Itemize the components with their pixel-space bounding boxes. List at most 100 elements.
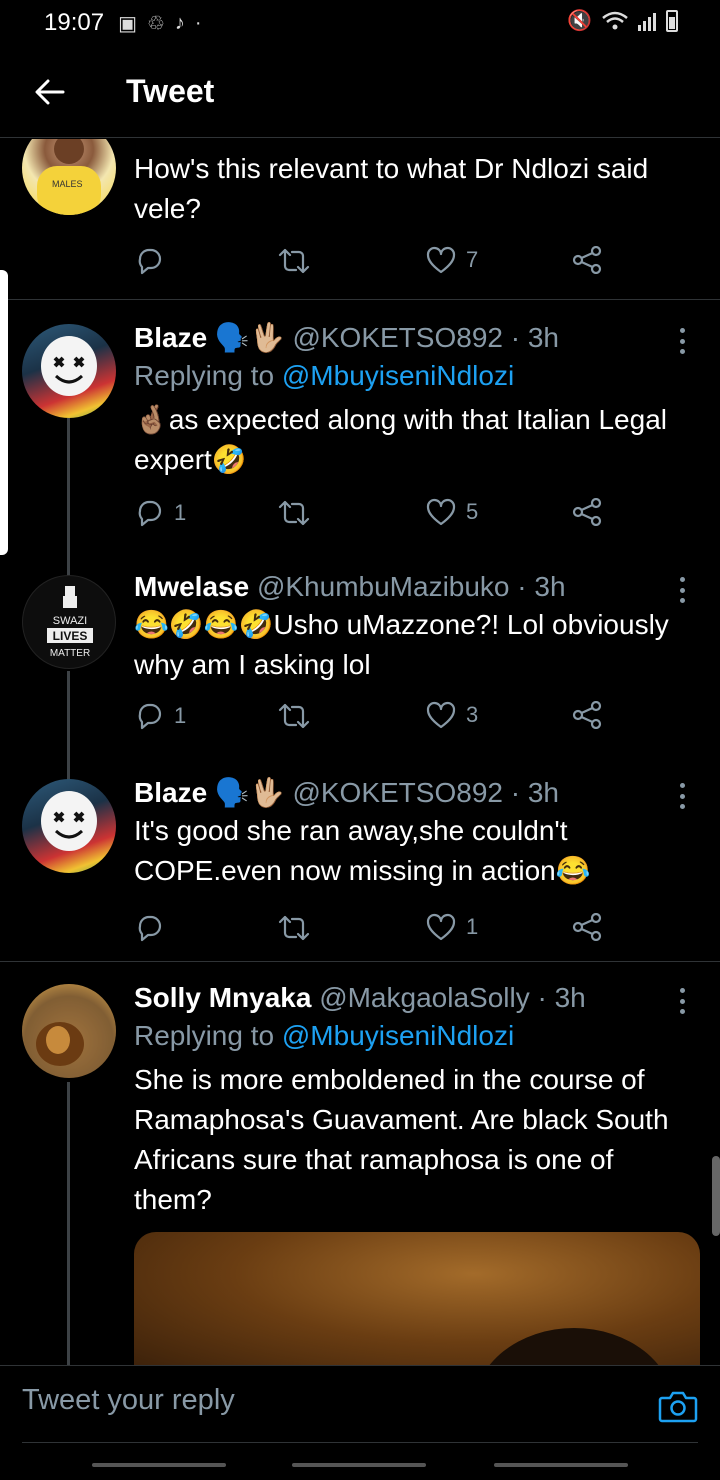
name-emojis: 🗣️🖖🏼: [207, 322, 293, 353]
tweet-actions: 1 3: [134, 701, 614, 741]
display-name[interactable]: Solly Mnyaka: [134, 982, 311, 1013]
more-button[interactable]: [672, 326, 692, 356]
gallery-icon: ▣: [118, 12, 137, 35]
reply-composer[interactable]: Tweet your reply: [0, 1365, 720, 1445]
tweet-text: 😂🤣😂🤣Usho uMazzone?! Lol obviously why am…: [134, 609, 669, 680]
status-time: 19:07: [44, 9, 105, 36]
reply-handle-link[interactable]: @MbuyiseniNdlozi: [282, 360, 514, 391]
reply-icon: [138, 915, 162, 942]
nav-recent[interactable]: [92, 1463, 226, 1467]
name-emojis: 🗣️🖖🏼: [207, 777, 293, 808]
tweet-actions: 1 5: [134, 498, 614, 538]
like-button[interactable]: 1: [426, 913, 478, 941]
svg-text:LIVES: LIVES: [53, 629, 88, 643]
share-button[interactable]: [572, 498, 602, 526]
tweet-actions: 7: [134, 246, 614, 286]
reply-button[interactable]: [134, 246, 174, 276]
tweet-text: It's good she ran away,she couldn't COPE…: [134, 815, 591, 886]
avatar[interactable]: [22, 779, 116, 873]
like-icon: [426, 246, 456, 274]
mute-icon: 🔇: [567, 10, 592, 32]
svg-text:MALES: MALES: [52, 179, 83, 189]
camera-button[interactable]: [658, 1388, 698, 1428]
nav-home[interactable]: [292, 1463, 426, 1467]
share-icon: [572, 701, 602, 729]
retweet-icon: [278, 703, 310, 729]
svg-text:SWAZI: SWAZI: [53, 615, 87, 627]
replying-to: Replying to @MbuyiseniNdlozi: [134, 1020, 515, 1051]
more-button[interactable]: [672, 781, 692, 811]
tweet-item[interactable]: Blaze 🗣️🖖🏼 @KOKETSO892 · 3h It's good sh…: [0, 769, 720, 961]
avatar[interactable]: [22, 984, 116, 1078]
like-count: 7: [466, 247, 479, 272]
like-button[interactable]: 3: [426, 701, 478, 729]
tweet-text: How's this relevant to what Dr Ndlozi sa…: [134, 153, 649, 224]
more-icon: [679, 328, 685, 333]
retweet-icon: [278, 500, 310, 526]
replying-to: Replying to @MbuyiseniNdlozi: [134, 360, 515, 391]
reply-icon: [138, 500, 162, 527]
tweet-header: Mwelase @KhumbuMazibuko · 3h: [134, 569, 696, 605]
share-icon: [572, 246, 602, 274]
handle-time: @KhumbuMazibuko · 3h: [256, 571, 566, 602]
reply-icon: [138, 248, 162, 275]
back-arrow-icon: [35, 79, 65, 104]
like-count: 1: [466, 914, 479, 939]
handle-time: @MakgaolaSolly · 3h: [319, 982, 586, 1013]
handle-time: @KOKETSO892 · 3h: [292, 322, 559, 353]
tweet-item[interactable]: MALES How's this relevant to what Dr Ndl…: [0, 139, 720, 299]
thread-line: [67, 671, 70, 775]
retweet-icon: [278, 248, 310, 274]
tweet-header: Solly Mnyaka @MakgaolaSolly · 3h: [134, 980, 696, 1016]
tiktok-icon: ♪: [174, 11, 185, 34]
status-bar: 19:07 ▣ ♲ ♪ · 🔇: [0, 0, 720, 46]
more-button[interactable]: [672, 575, 692, 605]
camera-icon: [658, 1391, 698, 1423]
share-button[interactable]: [572, 701, 602, 729]
tweet-item[interactable]: Blaze 🗣️🖖🏼 @KOKETSO892 · 3h Replying to …: [0, 300, 720, 568]
reply-count: 1: [174, 703, 187, 728]
display-name[interactable]: Blaze: [134, 777, 207, 808]
like-icon: [426, 498, 456, 526]
retweet-button[interactable]: [278, 913, 310, 943]
tweet-header: Blaze 🗣️🖖🏼 @KOKETSO892 · 3h: [134, 775, 696, 811]
tweet-media-image[interactable]: [134, 1232, 700, 1365]
reply-button[interactable]: 1: [134, 498, 186, 528]
retweet-button[interactable]: [278, 701, 310, 731]
page-title: Tweet: [126, 73, 215, 109]
app-header: Tweet: [0, 46, 720, 138]
like-button[interactable]: 5: [426, 498, 478, 526]
retweet-button[interactable]: [278, 498, 310, 528]
tweet-header: Blaze 🗣️🖖🏼 @KOKETSO892 · 3h: [134, 320, 696, 356]
share-button[interactable]: [572, 913, 602, 941]
display-name[interactable]: Blaze: [134, 322, 207, 353]
retweet-button[interactable]: [278, 246, 310, 276]
edge-panel-handle[interactable]: [0, 270, 8, 555]
more-icon: [679, 577, 685, 582]
share-button[interactable]: [572, 246, 602, 274]
signal-icon: [638, 11, 656, 31]
scrollbar[interactable]: [712, 1156, 720, 1236]
reply-handle-link[interactable]: @MbuyiseniNdlozi: [282, 1020, 514, 1051]
thread-line: [67, 1082, 70, 1365]
avatar[interactable]: MALES: [22, 139, 116, 215]
system-nav-bar: [0, 1445, 720, 1480]
nav-back[interactable]: [494, 1463, 628, 1467]
battery-icon: [666, 9, 678, 32]
share-icon: [572, 498, 602, 526]
reply-input[interactable]: Tweet your reply: [22, 1384, 235, 1417]
tweet-item[interactable]: SWAZI LIVES MATTER Mwelase @KhumbuMazibu…: [0, 565, 720, 775]
reply-button[interactable]: 1: [134, 701, 186, 731]
reply-button[interactable]: [134, 913, 174, 943]
more-button[interactable]: [672, 986, 692, 1016]
share-icon: [572, 913, 602, 941]
reply-thread[interactable]: MALES How's this relevant to what Dr Ndl…: [0, 139, 720, 1365]
avatar[interactable]: SWAZI LIVES MATTER: [22, 575, 116, 669]
tweet-item[interactable]: Solly Mnyaka @MakgaolaSolly · 3h Replyin…: [0, 962, 720, 1365]
like-button[interactable]: 7: [426, 246, 478, 274]
display-name[interactable]: Mwelase: [134, 571, 249, 602]
back-button[interactable]: [0, 46, 100, 138]
avatar[interactable]: [22, 324, 116, 418]
svg-text:MATTER: MATTER: [50, 648, 90, 659]
tweet-actions: 1: [134, 913, 614, 953]
